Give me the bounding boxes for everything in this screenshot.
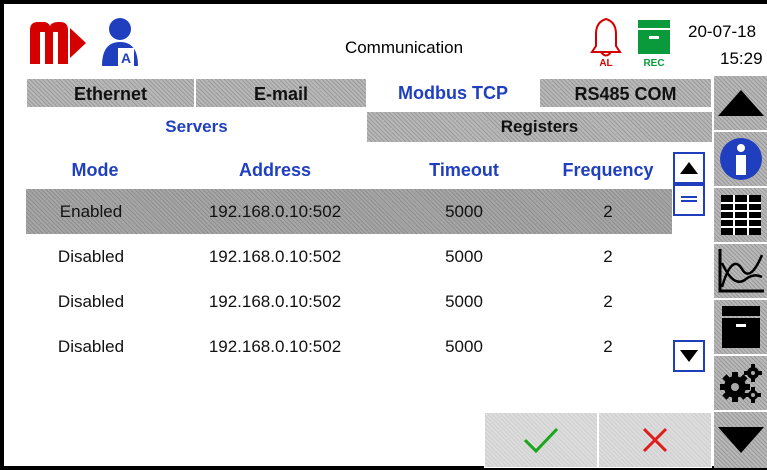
page-title: Communication — [344, 38, 464, 57]
confirm-button[interactable] — [484, 412, 598, 468]
subtab-servers[interactable]: Servers — [26, 112, 367, 142]
cell-mode: Disabled — [57, 292, 125, 311]
grip-icon — [681, 196, 697, 202]
scroll-thumb[interactable] — [673, 184, 705, 216]
cell-mode: Disabled — [57, 247, 125, 266]
time-display: 15:29 — [720, 49, 763, 68]
scroll-down-button[interactable] — [673, 340, 705, 372]
tab-modbus-tcp[interactable]: Modbus TCP — [367, 78, 539, 108]
cell-timeout: 5000 — [445, 247, 483, 266]
svg-text:REC: REC — [643, 58, 664, 68]
table-row[interactable]: Disabled 192.168.0.10:502 5000 2 — [26, 324, 672, 369]
table-row[interactable]: Enabled 192.168.0.10:502 5000 2 — [26, 189, 672, 234]
cell-timeout: 5000 — [445, 202, 483, 221]
up-arrow-icon — [717, 90, 764, 116]
side-archive-button[interactable] — [714, 298, 767, 354]
cancel-button[interactable] — [598, 412, 712, 468]
cell-mode: Enabled — [59, 202, 123, 221]
user-icon: A — [102, 18, 138, 66]
info-icon — [719, 138, 762, 180]
down-arrow-icon — [717, 427, 764, 453]
svg-text:A: A — [121, 50, 131, 66]
cell-frequency: 2 — [603, 202, 613, 221]
header-bar: A Communication AL REC 20-07-18 15:29 — [4, 4, 767, 78]
side-settings-button[interactable] — [714, 354, 767, 410]
cell-timeout: 5000 — [445, 337, 483, 356]
tab-rs485-com[interactable]: RS485 COM — [539, 78, 712, 108]
tab-email[interactable]: E-mail — [195, 78, 367, 108]
cell-address: 192.168.0.10:502 — [208, 202, 342, 221]
archive-icon — [721, 306, 760, 348]
table-icon — [720, 195, 761, 235]
cell-frequency: 2 — [603, 337, 613, 356]
cell-address: 192.168.0.10:502 — [208, 292, 342, 311]
cell-frequency: 2 — [603, 247, 613, 266]
column-header-frequency: Frequency — [562, 160, 654, 180]
settings-icon — [719, 364, 762, 403]
cell-mode: Disabled — [57, 337, 125, 356]
scroll-up-button[interactable] — [673, 152, 705, 184]
side-down-button[interactable] — [714, 410, 767, 468]
cell-timeout: 5000 — [445, 292, 483, 311]
tab-ethernet[interactable]: Ethernet — [26, 78, 195, 108]
side-chart-button[interactable] — [714, 242, 767, 298]
alarm-bell-icon[interactable]: AL — [589, 16, 623, 68]
record-icon[interactable]: REC — [634, 18, 674, 68]
subtab-registers[interactable]: Registers — [367, 112, 712, 142]
cell-address: 192.168.0.10:502 — [208, 337, 342, 356]
cell-address: 192.168.0.10:502 — [208, 247, 342, 266]
side-table-button[interactable] — [714, 186, 767, 242]
column-header-timeout: Timeout — [429, 160, 499, 180]
table-row[interactable]: Disabled 192.168.0.10:502 5000 2 — [26, 234, 672, 279]
close-icon — [642, 427, 668, 453]
column-header-mode: Mode — [71, 160, 119, 180]
side-up-button[interactable] — [714, 74, 767, 130]
column-header-address: Address — [238, 160, 312, 180]
cell-frequency: 2 — [603, 292, 613, 311]
table-row[interactable]: Disabled 192.168.0.10:502 5000 2 — [26, 279, 672, 324]
chart-icon — [718, 249, 764, 293]
checkmark-icon — [523, 427, 559, 453]
side-info-button[interactable] — [714, 130, 767, 186]
triangle-down-icon — [680, 350, 698, 362]
svg-text:AL: AL — [599, 58, 612, 68]
date-display: 20-07-18 — [688, 22, 757, 41]
brand-logo-icon — [30, 22, 86, 64]
triangle-up-icon — [680, 162, 698, 174]
